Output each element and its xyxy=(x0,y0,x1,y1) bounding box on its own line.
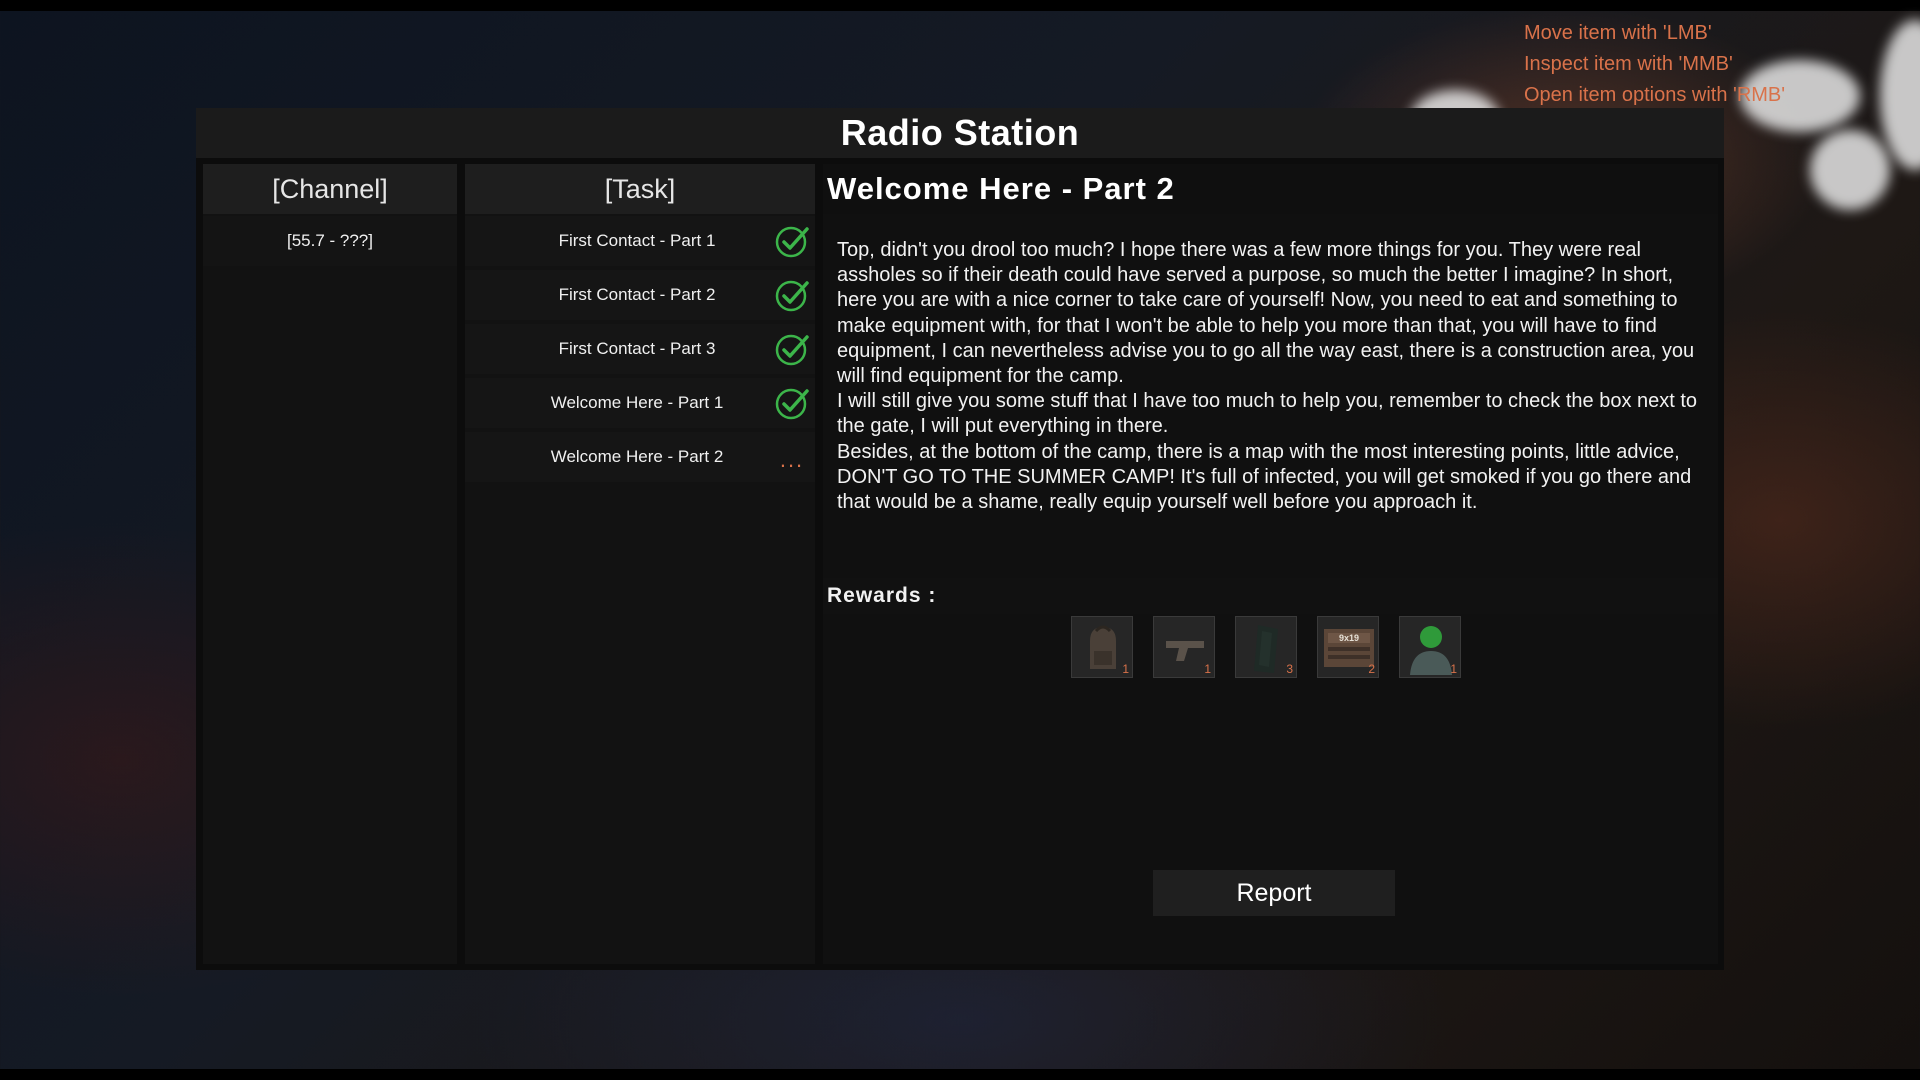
report-button[interactable]: Report xyxy=(1153,870,1395,916)
control-hints: Move item with 'LMB' Inspect item with '… xyxy=(1524,18,1785,111)
task-item-selected[interactable]: Welcome Here - Part 2 ... xyxy=(465,432,815,482)
in-progress-icon: ... xyxy=(775,440,809,474)
reward-qty: 1 xyxy=(1204,662,1211,676)
window-titlebar: Radio Station xyxy=(196,108,1724,158)
task-item[interactable]: First Contact - Part 3 xyxy=(465,324,815,374)
in-progress-dots: ... xyxy=(779,447,805,472)
check-icon xyxy=(775,278,809,312)
reward-slot[interactable]: 1 xyxy=(1153,616,1215,678)
task-item[interactable]: First Contact - Part 1 xyxy=(465,216,815,266)
task-item-label: First Contact - Part 3 xyxy=(558,339,716,358)
reward-slot[interactable]: 1 xyxy=(1399,616,1461,678)
hint-line: Open item options with 'RMB' xyxy=(1524,84,1786,106)
check-icon xyxy=(775,332,809,366)
reward-slot[interactable]: 9x19 2 xyxy=(1317,616,1379,678)
task-item[interactable]: Welcome Here - Part 1 xyxy=(465,378,815,428)
channel-item-label: [55.7 - ???] xyxy=(286,231,373,250)
letterbox-top xyxy=(0,0,1920,11)
letterbox-bottom xyxy=(0,1069,1920,1080)
channel-item[interactable]: [55.7 - ???] xyxy=(203,216,457,266)
hint-line: Move item with 'LMB' xyxy=(1524,22,1712,44)
task-detail-panel: Welcome Here - Part 2 Top, didn't you dr… xyxy=(823,164,1718,964)
background-blob xyxy=(1880,20,1920,170)
channel-panel: [Channel] [55.7 - ???] xyxy=(203,164,457,964)
hint-line: Inspect item with 'MMB' xyxy=(1524,53,1733,75)
reward-qty: 2 xyxy=(1368,662,1375,676)
task-item-label: First Contact - Part 2 xyxy=(558,285,716,304)
ammo-box-text: 9x19 xyxy=(1339,633,1359,643)
rewards-label: Rewards : xyxy=(823,578,1718,614)
description-paragraph: Besides, at the bottom of the camp, ther… xyxy=(837,440,1692,514)
window-title: Radio Station xyxy=(840,112,1080,153)
task-header: [Task] xyxy=(465,164,815,214)
task-item[interactable]: First Contact - Part 2 xyxy=(465,270,815,320)
task-panel: [Task] First Contact - Part 1 First Cont… xyxy=(465,164,815,964)
channel-header: [Channel] xyxy=(203,164,457,214)
task-item-label: Welcome Here - Part 2 xyxy=(550,447,724,466)
background-blob xyxy=(1810,130,1890,210)
task-description: Top, didn't you drool too much? I hope t… xyxy=(823,214,1718,578)
check-icon xyxy=(775,224,809,258)
reward-slot[interactable]: 1 xyxy=(1071,616,1133,678)
task-item-label: Welcome Here - Part 1 xyxy=(550,393,724,412)
reward-qty: 1 xyxy=(1122,662,1129,676)
check-icon xyxy=(775,386,809,420)
description-paragraph: I will still give you some stuff that I … xyxy=(837,390,1698,438)
reward-qty: 3 xyxy=(1286,662,1293,676)
task-item-label: First Contact - Part 1 xyxy=(558,231,716,250)
task-detail-title: Welcome Here - Part 2 xyxy=(823,164,1718,214)
rewards-list: 1 1 3 9x19 2 1 xyxy=(1071,616,1461,678)
reward-qty: 1 xyxy=(1450,662,1457,676)
reward-slot[interactable]: 3 xyxy=(1235,616,1297,678)
radio-station-window: Radio Station [Channel] [55.7 - ???] [Ta… xyxy=(196,108,1724,970)
description-paragraph: Top, didn't you drool too much? I hope t… xyxy=(837,239,1695,388)
